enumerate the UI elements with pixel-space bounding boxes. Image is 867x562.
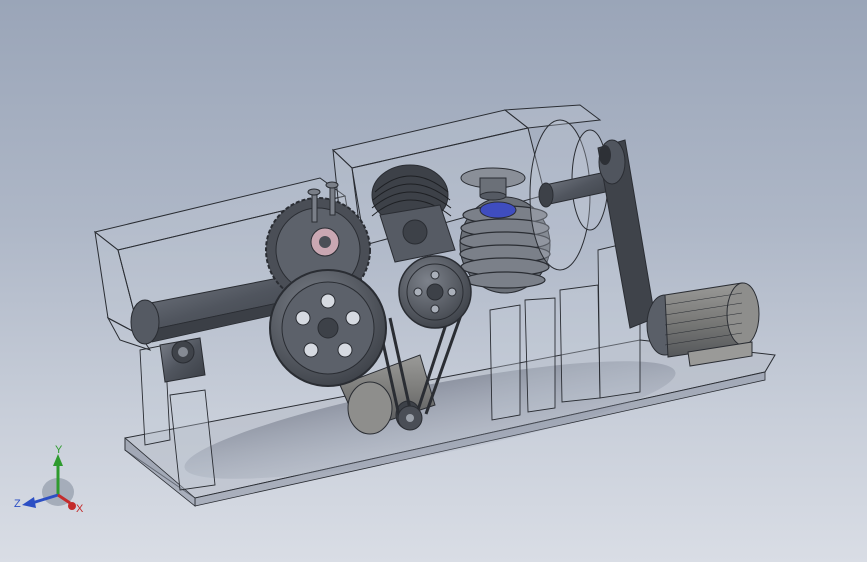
z-axis-label: Z	[14, 498, 21, 510]
x-axis-tip	[68, 502, 76, 510]
x-axis-label: X	[76, 503, 84, 515]
medium-pulley	[398, 255, 472, 329]
z-axis-arrow	[22, 497, 36, 508]
finned-drum-upper	[371, 164, 456, 263]
graphics-viewport[interactable]: Y Z X	[0, 0, 867, 562]
small-pulley	[397, 405, 423, 431]
large-front-pulley	[269, 269, 387, 387]
flywheel-disc	[529, 119, 616, 271]
bearing-block	[159, 337, 206, 383]
base-plate	[124, 339, 776, 507]
3d-model-view[interactable]	[0, 0, 867, 562]
coordinate-triad: Y Z X	[14, 444, 84, 515]
y-axis-label: Y	[55, 444, 63, 456]
right-motor	[646, 282, 760, 367]
